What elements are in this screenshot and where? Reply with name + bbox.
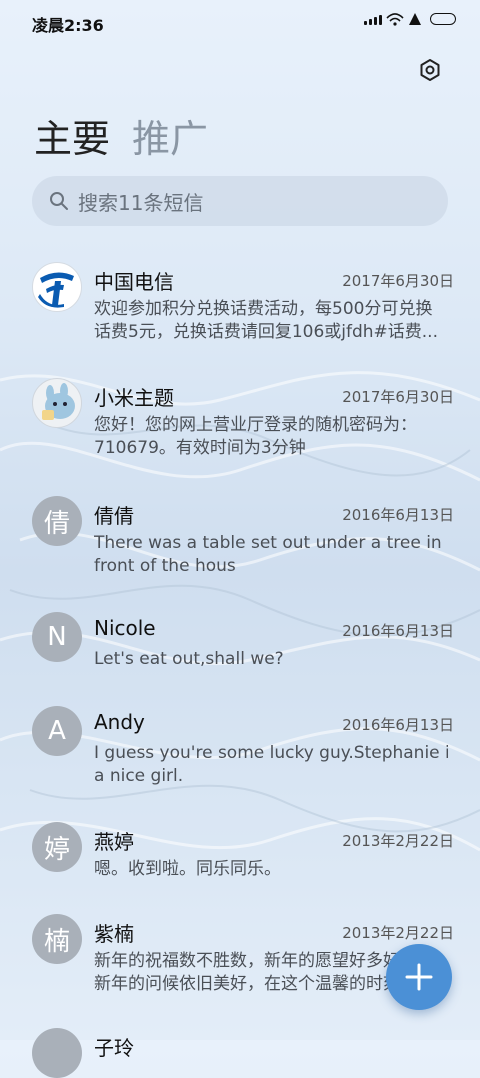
settings-icon xyxy=(420,59,440,81)
preview-line: 欢迎参加积分兑换话费活动，每500分可兑换 xyxy=(94,299,433,319)
message-date: 2017年6月30日 xyxy=(342,388,454,406)
bunny-mascot-icon xyxy=(42,383,75,420)
status-icons xyxy=(364,12,456,26)
status-bar: 凌晨2:36 xyxy=(0,0,480,44)
preview-line: 710679。有效时间为3分钟 xyxy=(94,438,306,458)
tab-promotions[interactable]: 推广 xyxy=(132,108,208,163)
preview-line: 话费5元，兑换话费请回复106或jfdh#话费... xyxy=(94,322,438,342)
contact-name: 倩倩 xyxy=(94,504,134,528)
message-date: 2016年6月13日 xyxy=(342,506,454,524)
message-date: 2017年6月30日 xyxy=(342,272,454,290)
avatar: 楠 xyxy=(32,914,82,964)
preview-line: front of the hous xyxy=(94,556,236,576)
contact-name: 燕婷 xyxy=(94,830,134,854)
battery-icon xyxy=(430,13,456,25)
message-preview: 您好！您的网上营业厅登录的随机密码为： 710679。有效时间为3分钟 xyxy=(94,414,448,460)
signal-icon xyxy=(364,13,382,25)
tab-primary[interactable]: 主要 xyxy=(34,108,110,163)
status-time: 凌晨2:36 xyxy=(32,16,104,35)
china-telecom-logo-icon xyxy=(35,265,79,309)
avatar: N xyxy=(32,612,82,662)
contact-name: 中国电信 xyxy=(94,270,174,294)
preview-line: I guess you're some lucky guy.Stephanie … xyxy=(94,743,448,763)
avatar: A xyxy=(32,706,82,756)
message-date: 2013年2月22日 xyxy=(342,924,454,942)
contact-name: Nicole xyxy=(94,616,156,640)
contact-name: 紫楠 xyxy=(94,922,134,946)
preview-line: There was a table set out under a tree i… xyxy=(94,533,442,553)
avatar: 倩 xyxy=(32,496,82,546)
message-preview: 嗯。收到啦。同乐同乐。 xyxy=(94,858,448,881)
message-date: 2016年6月13日 xyxy=(342,716,454,734)
tab-bar: 主要 推广 xyxy=(34,108,208,163)
message-date: 2013年2月22日 xyxy=(342,832,454,850)
compose-button[interactable] xyxy=(386,944,452,1010)
preview-line: 嗯。收到啦。同乐同乐。 xyxy=(94,859,281,879)
mi-theme-avatar xyxy=(32,378,82,428)
contact-name: Andy xyxy=(94,710,145,734)
message-preview: I guess you're some lucky guy.Stephanie … xyxy=(94,742,448,788)
message-preview: Let's eat out,shall we? xyxy=(94,648,448,671)
preview-line: Let's eat out,shall we? xyxy=(94,649,284,669)
preview-line: a nice girl. xyxy=(94,766,184,786)
settings-button[interactable] xyxy=(416,56,444,84)
search-bar[interactable]: 搜索11条短信 xyxy=(32,176,448,226)
contact-name: 子玲 xyxy=(94,1036,134,1060)
message-date: 2016年6月13日 xyxy=(342,622,454,640)
search-icon xyxy=(50,192,68,210)
contact-name: 小米主题 xyxy=(94,386,174,410)
plus-icon xyxy=(405,963,433,991)
search-placeholder: 搜索11条短信 xyxy=(78,190,204,215)
china-telecom-avatar xyxy=(32,262,82,312)
message-preview: 欢迎参加积分兑换话费活动，每500分可兑换 话费5元，兑换话费请回复106或jf… xyxy=(94,298,448,344)
avatar: 婷 xyxy=(32,822,82,872)
wifi-icon xyxy=(386,13,404,26)
preview-line: 您好！您的网上营业厅登录的随机密码为： xyxy=(94,415,417,435)
avatar xyxy=(32,1028,82,1078)
message-preview: There was a table set out under a tree i… xyxy=(94,532,448,578)
notification-icon xyxy=(409,13,421,25)
